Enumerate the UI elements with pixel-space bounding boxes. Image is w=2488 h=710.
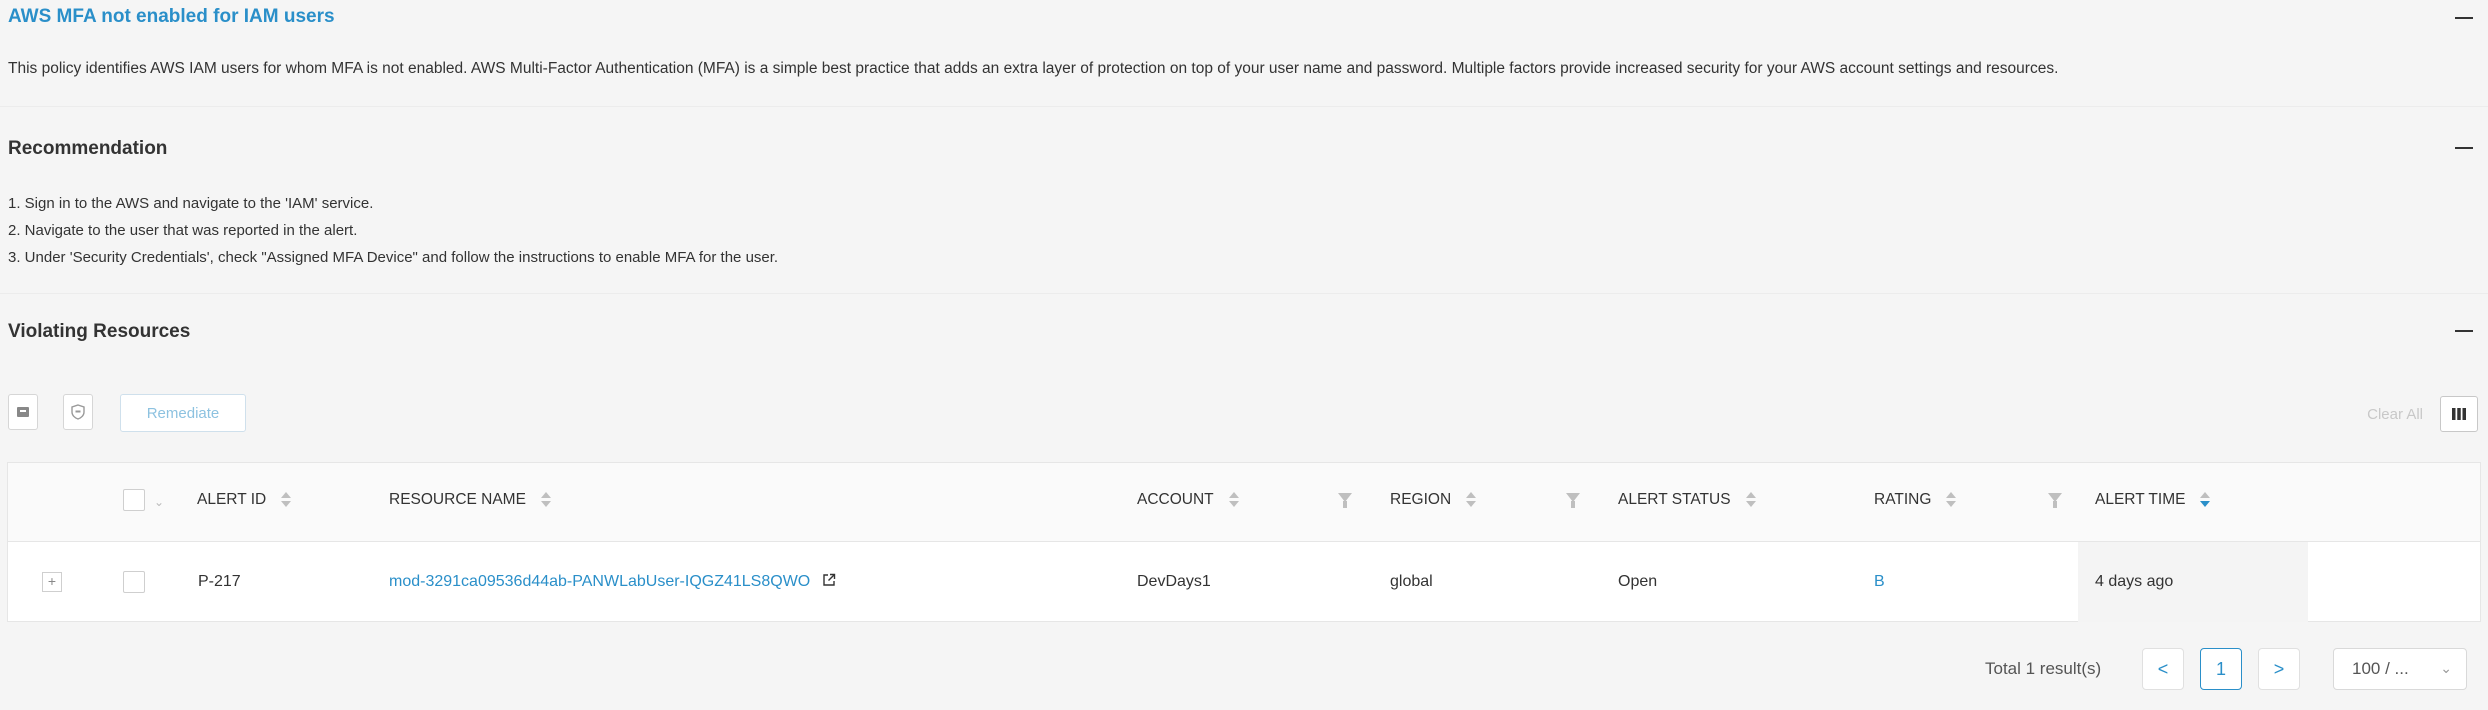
policy-description: This policy identifies AWS IAM users for…: [8, 60, 2059, 77]
page-1-button[interactable]: 1: [2200, 648, 2242, 690]
expand-row-button[interactable]: +: [42, 572, 62, 592]
sort-icon[interactable]: [1465, 492, 1477, 508]
column-label: REGION: [1390, 491, 1452, 508]
column-account[interactable]: ACCOUNT: [1137, 491, 1240, 509]
alert-status-cell: Open: [1618, 573, 1658, 590]
alert-id-cell: P-217: [198, 573, 241, 590]
filter-icon[interactable]: [2048, 493, 2062, 508]
column-alert-status[interactable]: ALERT STATUS: [1618, 491, 1757, 509]
collapse-violating-icon[interactable]: [2455, 330, 2473, 332]
sort-icon[interactable]: [280, 492, 292, 508]
policy-section: AWS MFA not enabled for IAM users This p…: [0, 0, 2488, 107]
recommendation-steps: 1. Sign in to the AWS and navigate to th…: [8, 190, 778, 271]
column-resource-name[interactable]: RESOURCE NAME: [389, 491, 552, 509]
columns-icon: [2452, 408, 2466, 420]
sort-icon[interactable]: [540, 492, 552, 508]
column-rating[interactable]: RATING: [1874, 491, 1957, 509]
violating-resources-section: Violating Resources Remediate Clear All …: [0, 294, 2488, 710]
column-region[interactable]: REGION: [1390, 491, 1477, 509]
sort-icon[interactable]: [1745, 492, 1757, 508]
page-size-select[interactable]: 100 / ... ⌄: [2333, 648, 2467, 690]
recommendation-step: 3. Under 'Security Credentials', check "…: [8, 249, 779, 266]
recommendation-section: Recommendation 1. Sign in to the AWS and…: [0, 107, 2488, 294]
column-label: ALERT TIME: [2095, 491, 2186, 508]
collapse-recommendation-icon[interactable]: [2455, 147, 2473, 149]
filter-icon[interactable]: [1566, 493, 1580, 508]
next-page-button[interactable]: >: [2258, 648, 2300, 690]
column-settings-button[interactable]: [2440, 396, 2478, 432]
table-row[interactable]: + P-217 mod-3291ca09536d44ab-PANWLabUser…: [8, 542, 2480, 622]
archive-icon: [17, 407, 29, 417]
row-checkbox[interactable]: [123, 571, 145, 593]
total-results: Total 1 result(s): [1985, 659, 2102, 678]
clear-all-link[interactable]: Clear All: [2367, 406, 2423, 423]
sort-icon[interactable]: [2199, 492, 2211, 508]
chevron-down-icon[interactable]: ⌄: [154, 495, 164, 509]
rating-cell[interactable]: B: [1874, 573, 1885, 591]
column-label: ALERT STATUS: [1618, 491, 1731, 508]
recommendation-title: Recommendation: [8, 138, 168, 159]
resource-name-cell[interactable]: mod-3291ca09536d44ab-PANWLabUser-IQGZ41L…: [389, 573, 836, 591]
external-link-icon[interactable]: [822, 573, 836, 587]
snooze-button[interactable]: [63, 394, 93, 430]
shield-icon: [71, 404, 85, 420]
filter-icon[interactable]: [1338, 493, 1352, 508]
column-label: RESOURCE NAME: [389, 491, 526, 508]
policy-title[interactable]: AWS MFA not enabled for IAM users: [8, 6, 335, 28]
chevron-down-icon: ⌄: [2440, 660, 2452, 676]
sort-icon[interactable]: [1228, 492, 1240, 508]
alert-time-cell: 4 days ago: [2095, 573, 2174, 590]
remediate-button[interactable]: Remediate: [120, 394, 246, 432]
table-header: ⌄ ALERT ID RESOURCE NAME ACCOUNT REGION …: [8, 463, 2480, 542]
violating-resources-title: Violating Resources: [8, 321, 191, 342]
column-alert-time[interactable]: ALERT TIME: [2095, 491, 2211, 509]
account-cell: DevDays1: [1137, 573, 1211, 590]
archive-button[interactable]: [8, 394, 38, 430]
region-cell: global: [1390, 573, 1433, 590]
select-all-checkbox[interactable]: [123, 489, 145, 511]
column-label: RATING: [1874, 491, 1932, 508]
collapse-policy-icon[interactable]: [2455, 17, 2473, 19]
recommendation-step: 1. Sign in to the AWS and navigate to th…: [8, 195, 374, 212]
violating-resources-table: ⌄ ALERT ID RESOURCE NAME ACCOUNT REGION …: [7, 462, 2481, 622]
sort-icon[interactable]: [1945, 492, 1957, 508]
prev-page-button[interactable]: <: [2142, 648, 2184, 690]
column-label: ALERT ID: [197, 491, 267, 508]
column-alert-id[interactable]: ALERT ID: [197, 491, 292, 509]
page-size-value: 100 / ...: [2352, 659, 2409, 678]
column-label: ACCOUNT: [1137, 491, 1214, 508]
resource-name-link[interactable]: mod-3291ca09536d44ab-PANWLabUser-IQGZ41L…: [389, 573, 810, 590]
recommendation-step: 2. Navigate to the user that was reporte…: [8, 222, 358, 239]
